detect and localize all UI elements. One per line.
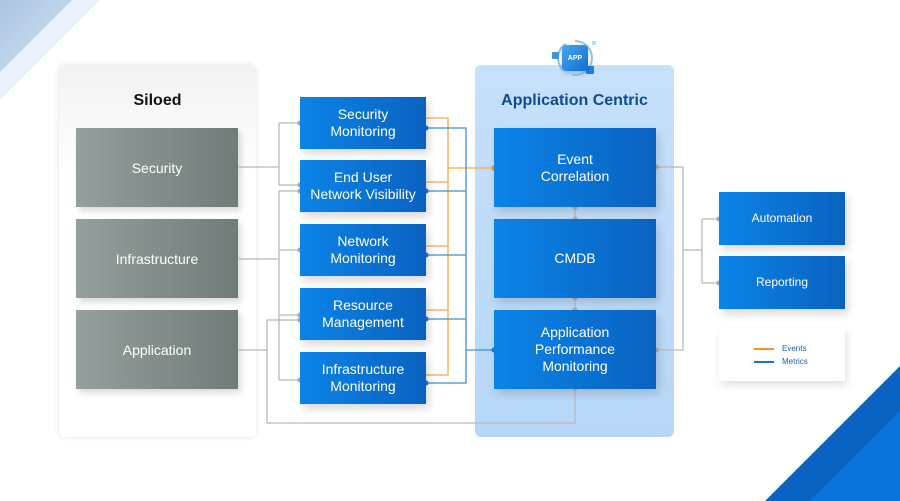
label-line: Performance [534,341,616,358]
label-line: Security [337,106,389,123]
label-line: Resource [333,297,393,314]
legend-label: Events [782,344,807,353]
resource-management-box: Resource Management [300,288,426,340]
security-monitoring-box: Security Monitoring [300,97,426,149]
label-line: Monitoring [330,378,396,394]
label-line: Network Visibility [310,186,416,202]
label-line: Event [557,150,593,167]
legend-label: Metrics [782,357,808,366]
end-user-network-visibility-box: End User Network Visibility [300,160,426,212]
legend-item-events: Events [754,344,806,353]
connector-lines [238,117,722,424]
label-line: Network [337,233,389,250]
metrics-lines [426,127,494,384]
label-line: CMDB [554,250,596,267]
label-line: Monitoring [542,357,608,374]
metrics-swatch [754,360,774,363]
application-performance-monitoring-box: Application Performance Monitoring [494,310,656,389]
events-swatch [754,347,774,350]
label-line: Management [322,314,404,330]
network-monitoring-box: Network Monitoring [300,224,426,276]
connector-outputs [656,166,719,351]
label-line: Monitoring [330,123,396,139]
label-line: Infrastructure [321,361,405,378]
label-line: Application [540,324,610,341]
reporting-label: Reporting [755,275,809,290]
label-line: Monitoring [330,250,396,266]
label-line: Correlation [540,167,610,184]
connector-infrastructure [238,190,300,381]
label-line: End User [333,169,393,186]
legend-item-metrics: Metrics [754,357,808,366]
automation-label: Automation [751,211,813,226]
events-lines [426,117,494,376]
legend: Events Metrics [719,328,845,381]
reporting-box: Reporting [719,256,845,309]
automation-box: Automation [719,192,845,245]
connector-security [238,122,300,186]
infrastructure-monitoring-box: Infrastructure Monitoring [300,352,426,404]
cmdb-box: CMDB [494,219,656,298]
event-correlation-box: Event Correlation [494,128,656,207]
